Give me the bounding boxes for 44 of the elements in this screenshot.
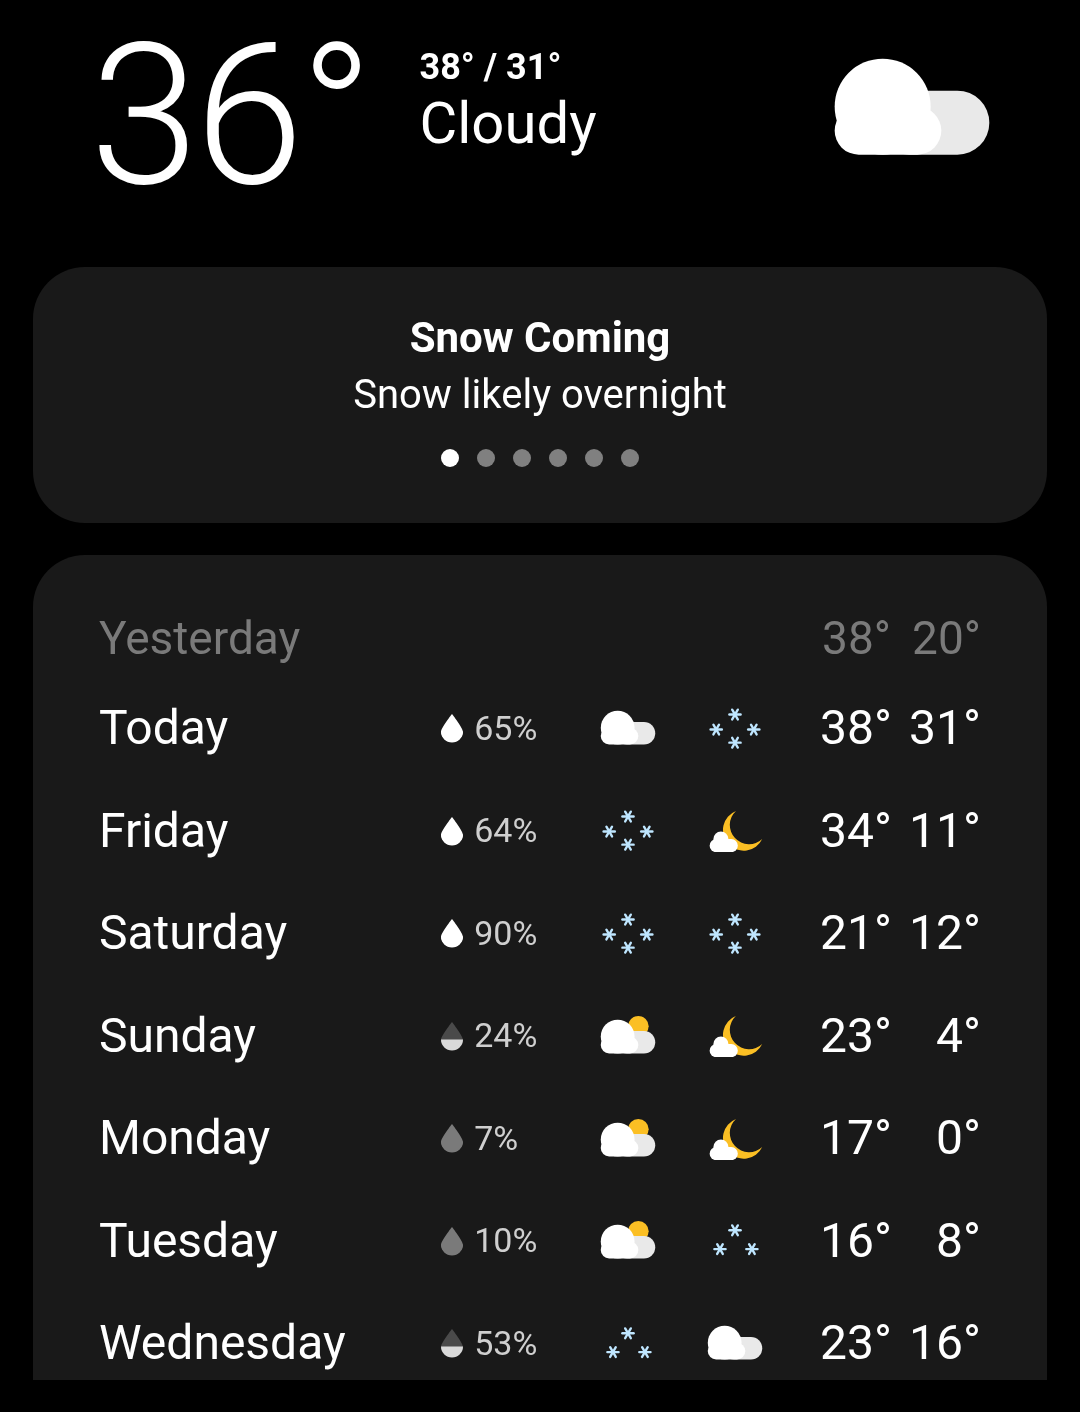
low-temperature: 31° xyxy=(908,698,981,759)
water-drop-icon xyxy=(439,1123,464,1154)
day-name: Tuesday xyxy=(99,1210,279,1271)
high-temperature: 23° xyxy=(819,1005,892,1066)
day-name: Saturday xyxy=(99,903,289,964)
precipitation-chance: 53% xyxy=(474,1321,539,1365)
water-drop-icon xyxy=(439,1225,464,1256)
day-name: Today xyxy=(99,698,230,759)
day-name: Wednesday xyxy=(99,1313,347,1374)
precipitation-chance: 24% xyxy=(474,1014,539,1058)
day-name: Friday xyxy=(99,800,230,861)
low-temperature: 4° xyxy=(935,1005,981,1066)
precipitation-chance: 7% xyxy=(474,1116,520,1160)
high-temperature: 23° xyxy=(819,1313,892,1374)
yesterday-high: 38° xyxy=(821,609,891,667)
condition-text: Cloudy xyxy=(419,89,597,159)
low-temperature: 12° xyxy=(908,903,981,964)
high-temperature: 38° xyxy=(819,698,892,759)
alert-card[interactable]: Snow Coming Snow likely overnight xyxy=(33,267,1047,523)
precipitation-chance: 64% xyxy=(474,809,539,853)
water-drop-icon xyxy=(439,1020,464,1051)
high-temperature: 16° xyxy=(819,1210,892,1271)
low-temperature: 8° xyxy=(935,1210,981,1271)
high-temperature: 34° xyxy=(819,800,892,861)
water-drop-icon xyxy=(439,713,464,744)
low-temperature: 11° xyxy=(908,800,981,861)
yesterday-label: Yesterday xyxy=(99,609,301,667)
alert-title: Snow Coming xyxy=(409,313,671,364)
high-temperature: 17° xyxy=(819,1108,892,1169)
low-temperature: 0° xyxy=(935,1108,981,1169)
day-name: Sunday xyxy=(99,1005,257,1066)
alert-message: Snow likely overnight xyxy=(353,370,727,421)
water-drop-icon xyxy=(439,1328,464,1359)
day-name: Monday xyxy=(99,1108,272,1169)
water-drop-icon xyxy=(439,918,464,949)
water-drop-icon xyxy=(439,815,464,846)
precipitation-chance: 65% xyxy=(474,706,539,750)
yesterday-low: 20° xyxy=(911,609,981,667)
high-temperature: 21° xyxy=(819,903,892,964)
precipitation-chance: 90% xyxy=(474,911,539,955)
high-low-temperature: 38° / 31° xyxy=(419,46,563,90)
low-temperature: 16° xyxy=(908,1313,981,1374)
current-temperature: 36° xyxy=(90,18,370,214)
precipitation-chance: 10% xyxy=(474,1219,539,1263)
